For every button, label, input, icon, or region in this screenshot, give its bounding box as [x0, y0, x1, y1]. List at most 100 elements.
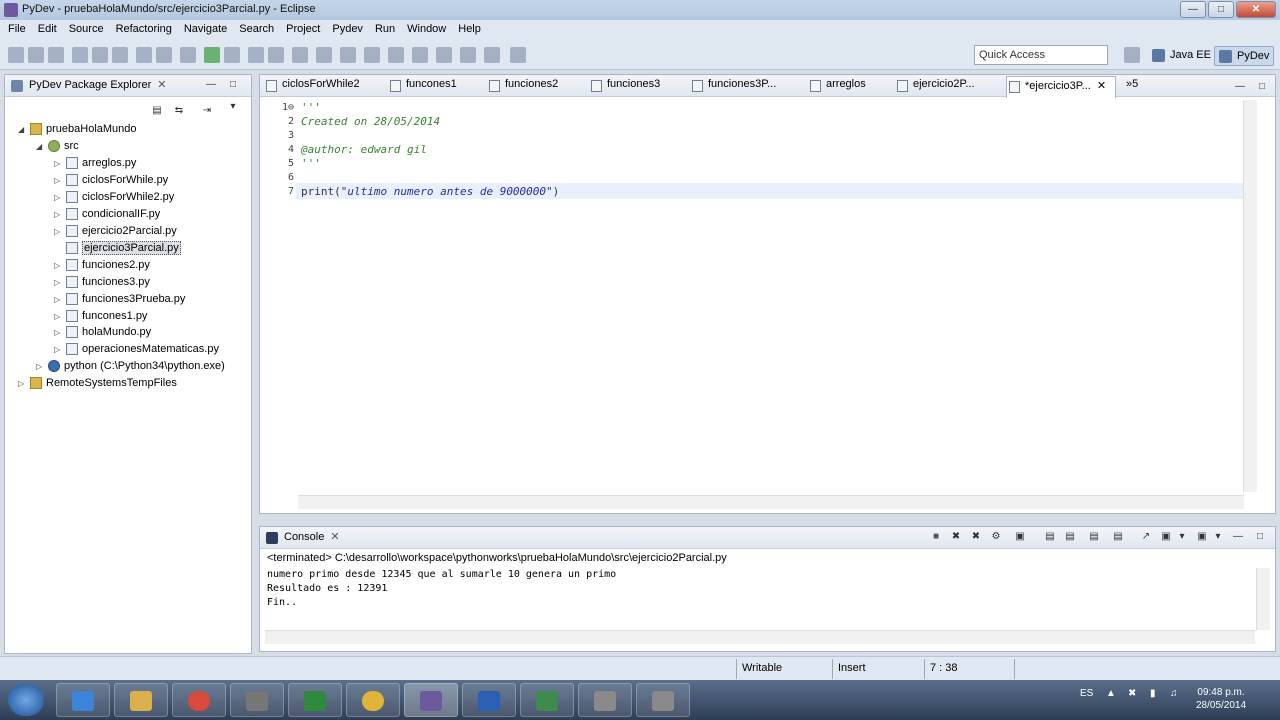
pin-console-icon[interactable]: ▤: [1044, 531, 1056, 543]
print-icon[interactable]: [72, 47, 88, 63]
taskbar-ie[interactable]: [56, 683, 110, 717]
tree-item-file[interactable]: ▷ funciones3Prueba.py: [54, 291, 185, 307]
tree-item-file[interactable]: ▷ operacionesMatematicas.py: [54, 341, 219, 357]
package-explorer-tab[interactable]: PyDev Package Explorer ✕: [9, 78, 167, 96]
save-icon[interactable]: [28, 47, 44, 63]
display-console-dropdown-icon[interactable]: ▾: [1176, 531, 1188, 543]
remove-all-icon[interactable]: ✖: [970, 531, 982, 543]
volume-icon[interactable]: ♫: [1170, 688, 1178, 699]
language-indicator[interactable]: ES: [1080, 688, 1093, 699]
editor-vertical-scrollbar[interactable]: [1243, 100, 1257, 492]
save-all-icon[interactable]: [48, 47, 64, 63]
display-console-icon[interactable]: ▣: [1160, 531, 1172, 543]
maximize-view-icon[interactable]: □: [227, 79, 239, 91]
editor-tab[interactable]: funciones2: [487, 78, 558, 96]
close-window-button[interactable]: ✕: [1236, 1, 1276, 18]
menu-refactoring[interactable]: Refactoring: [112, 20, 180, 40]
next-annotation-icon[interactable]: [388, 47, 404, 63]
tree-item-src[interactable]: ◢ src: [36, 138, 79, 154]
taskbar-chrome[interactable]: [172, 683, 226, 717]
annotation-icon[interactable]: [340, 47, 356, 63]
maximize-button[interactable]: □: [1208, 1, 1234, 18]
open-perspective-icon[interactable]: [1124, 47, 1140, 63]
editor-tab[interactable]: funciones3: [589, 78, 660, 96]
view-menu-icon[interactable]: ▾: [227, 101, 239, 113]
back-icon[interactable]: [460, 47, 476, 63]
open-console-icon[interactable]: ↗: [1140, 531, 1152, 543]
console-horizontal-scrollbar[interactable]: [265, 630, 1255, 644]
taskbar-word[interactable]: [462, 683, 516, 717]
prev-annotation-icon[interactable]: [412, 47, 428, 63]
minimize-view-icon[interactable]: —: [205, 79, 217, 91]
terminate-icon[interactable]: ■: [930, 531, 942, 543]
code-line-print[interactable]: print("ultimo numero antes de 9000000"): [301, 185, 559, 198]
debug-icon[interactable]: [92, 47, 108, 63]
menu-search[interactable]: Search: [235, 20, 282, 40]
new-icon[interactable]: [8, 47, 24, 63]
external-tools-icon[interactable]: [156, 47, 172, 63]
tree-item-file[interactable]: ▷ arreglos.py: [54, 155, 136, 171]
clear-console-icon[interactable]: ⚙: [990, 531, 1002, 543]
editor-tab-active[interactable]: *ejercicio3P... ✕: [1006, 76, 1116, 98]
tree-item-file[interactable]: ▷ ciclosForWhile2.py: [54, 189, 174, 205]
console-tab[interactable]: Console ✕: [264, 530, 340, 548]
focus-icon[interactable]: ⇥: [201, 105, 213, 117]
menu-navigate[interactable]: Navigate: [180, 20, 235, 40]
code-line[interactable]: Created on 28/05/2014: [301, 115, 440, 128]
minimize-button[interactable]: —: [1180, 1, 1206, 18]
pin-icon[interactable]: [510, 47, 526, 63]
pencil-icon[interactable]: [364, 47, 380, 63]
open-type-icon[interactable]: [292, 47, 308, 63]
taskbar-app-2[interactable]: [520, 683, 574, 717]
editor-tab[interactable]: funciones3P...: [690, 78, 776, 96]
show-stdout-icon[interactable]: ▤: [1088, 531, 1100, 543]
search-icon[interactable]: [316, 47, 332, 63]
forward-icon[interactable]: [484, 47, 500, 63]
menu-pydev[interactable]: Pydev: [328, 20, 371, 40]
network-icon[interactable]: ✖: [1128, 688, 1136, 699]
word-wrap-icon[interactable]: ▤: [1064, 531, 1076, 543]
tree-item-file[interactable]: ▷ ciclosForWhile.py: [54, 172, 168, 188]
show-hidden-icons[interactable]: ▲: [1106, 688, 1116, 699]
code-line[interactable]: ''': [301, 101, 321, 114]
close-tab-icon[interactable]: ✕: [157, 79, 166, 91]
tree-item-project[interactable]: ◢ pruebaHolaMundo: [18, 121, 137, 137]
tree-item-interpreter[interactable]: ▷ python (C:\Python34\python.exe): [36, 358, 225, 374]
close-tab-icon[interactable]: ✕: [1097, 80, 1106, 92]
tree-item-file[interactable]: ▷ funcones1.py: [54, 308, 147, 324]
maximize-editor-icon[interactable]: □: [1256, 81, 1268, 93]
taskbar-explorer[interactable]: [114, 683, 168, 717]
editor-tab[interactable]: ejercicio2P...: [895, 78, 975, 96]
coverage-icon[interactable]: [224, 47, 240, 63]
tree-item-file[interactable]: ▷ funciones3.py: [54, 274, 150, 290]
bug-icon[interactable]: [180, 47, 196, 63]
quick-access-field[interactable]: Quick Access: [974, 45, 1108, 65]
scroll-lock-icon[interactable]: ▣: [1014, 531, 1026, 543]
clock[interactable]: 09:48 p.m. 28/05/2014: [1196, 686, 1246, 712]
console-output-line[interactable]: numero primo desde 12345 que al sumarle …: [267, 569, 616, 580]
tree-item-file-selected[interactable]: ejercicio3Parcial.py: [54, 240, 181, 256]
console-vertical-scrollbar[interactable]: [1256, 568, 1270, 630]
maximize-console-icon[interactable]: □: [1254, 531, 1266, 543]
taskbar-excel[interactable]: [288, 683, 342, 717]
perspective-java-ee[interactable]: Java EE: [1148, 46, 1215, 66]
new-console-dropdown-icon[interactable]: ▾: [1212, 531, 1224, 543]
new-module-icon[interactable]: [268, 47, 284, 63]
taskbar-eclipse[interactable]: [404, 683, 458, 717]
editor-tab[interactable]: ciclosForWhile2: [264, 78, 360, 96]
tree-item-file[interactable]: ▷ condicionalIF.py: [54, 206, 160, 222]
console-output-line[interactable]: Fin..: [267, 597, 297, 608]
show-stderr-icon[interactable]: ▤: [1112, 531, 1124, 543]
run-icon[interactable]: [204, 47, 220, 63]
tab-overflow[interactable]: »5: [1122, 78, 1138, 96]
tree-item-project[interactable]: ▷ RemoteSystemsTempFiles: [18, 375, 177, 391]
menu-file[interactable]: File: [4, 20, 34, 40]
editor-tab[interactable]: funcones1: [388, 78, 457, 96]
new-console-icon[interactable]: ▣: [1196, 531, 1208, 543]
tool-icon[interactable]: [136, 47, 152, 63]
remove-launch-icon[interactable]: ✖: [950, 531, 962, 543]
link-editor-icon[interactable]: ⇆: [173, 105, 185, 117]
minimize-console-icon[interactable]: —: [1232, 531, 1244, 543]
menu-help[interactable]: Help: [454, 20, 489, 40]
code-line[interactable]: @author: edward gil: [301, 143, 427, 156]
